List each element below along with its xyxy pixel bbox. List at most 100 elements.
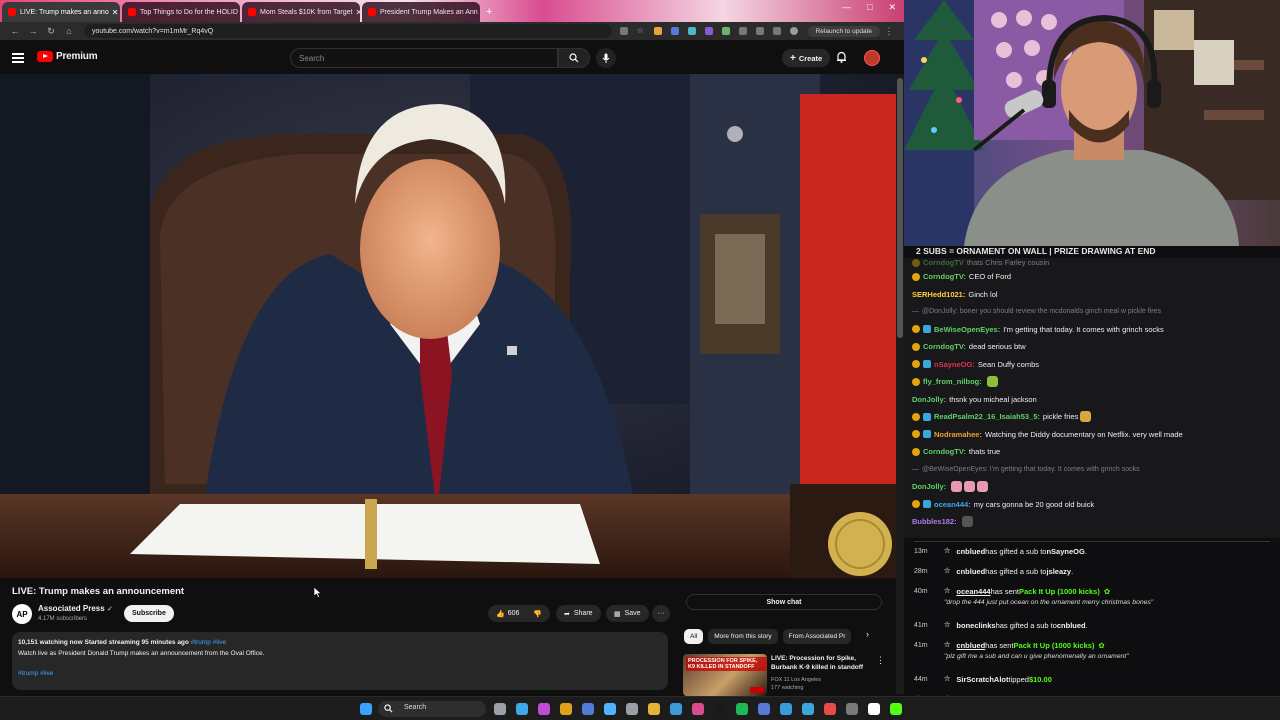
chat-username[interactable]: nSayneOG: — [934, 356, 975, 374]
close-tab-icon[interactable]: ✕ — [352, 8, 360, 17]
event-username[interactable]: cnblued — [956, 567, 985, 576]
like-button[interactable]: 👍 606 — [496, 610, 519, 618]
close-tab-icon[interactable]: ✕ — [478, 8, 480, 17]
chat-username[interactable]: Nodramahee: — [934, 426, 982, 444]
task-view-icon[interactable] — [494, 703, 506, 715]
create-button[interactable]: + Create — [782, 49, 831, 67]
extension-icon[interactable] — [670, 27, 679, 35]
video-player[interactable] — [0, 74, 896, 578]
maximize-icon[interactable]: □ — [867, 2, 872, 13]
app-icon[interactable] — [780, 703, 792, 715]
extension-icon[interactable] — [653, 27, 662, 35]
event-username[interactable]: cnblued — [956, 547, 985, 556]
profile-icon[interactable] — [789, 27, 798, 35]
app-icon[interactable] — [868, 703, 880, 715]
opera-icon[interactable] — [692, 703, 704, 715]
browser-tab[interactable]: President Trump Makes an Ann✕ — [362, 2, 480, 22]
event-username[interactable]: boneclinks — [956, 621, 995, 630]
close-tab-icon[interactable]: ✕ — [109, 8, 119, 17]
app-icon[interactable] — [758, 703, 770, 715]
chat-username[interactable]: CorndogTV — [923, 258, 964, 268]
page-scrollbar[interactable] — [896, 74, 904, 694]
thumbs-down-icon[interactable]: 👎 — [533, 610, 542, 618]
close-tab-icon[interactable]: ✕ — [238, 8, 240, 17]
chip-from-channel[interactable]: From Associated Pr — [782, 629, 852, 644]
chat-username[interactable]: CorndogTV: — [923, 443, 966, 461]
browser-tab[interactable]: Top Things to Do for the HOLID✕ — [122, 2, 240, 22]
home-icon[interactable]: ⌂ — [60, 26, 78, 36]
new-tab-button[interactable]: + — [486, 2, 492, 22]
sidebar-icon[interactable] — [755, 27, 764, 35]
app-icon[interactable] — [714, 703, 726, 715]
relaunch-button[interactable]: Relaunch to update — [807, 25, 880, 37]
chrome-icon[interactable] — [582, 703, 594, 715]
channel-name[interactable]: Associated Press ✓ — [38, 604, 113, 613]
reload-icon[interactable]: ↻ — [42, 26, 60, 37]
scrollbar-thumb[interactable] — [897, 78, 903, 338]
taskbar-search[interactable]: Search — [378, 701, 486, 717]
bookmark-star-icon[interactable]: ☆ — [637, 27, 645, 35]
copilot-icon[interactable] — [538, 703, 550, 715]
account-avatar[interactable] — [864, 50, 880, 66]
menu-icon[interactable] — [12, 53, 24, 65]
chat-username[interactable]: BeWiseOpenEyes: — [934, 321, 1000, 339]
chat-username[interactable]: ReadPsalm22_16_Isaiah53_5: — [934, 408, 1040, 426]
event-username[interactable]: cnblued — [1057, 621, 1086, 630]
notifications-bell-icon[interactable] — [836, 51, 847, 63]
subscribe-button[interactable]: Subscribe — [124, 605, 174, 622]
chat-username[interactable]: fly_from_nilbog: — [923, 373, 982, 391]
youtube-logo[interactable]: Premium — [37, 51, 98, 62]
chrome-icon[interactable] — [604, 703, 616, 715]
event-highlight[interactable]: Pack It Up (1000 kicks) — [1014, 641, 1095, 650]
chrome-icon[interactable] — [560, 703, 572, 715]
save-button[interactable]: ▦ Save — [606, 605, 649, 622]
chip-more-from-story[interactable]: More from this story — [708, 629, 778, 644]
event-username[interactable]: ocean444 — [956, 587, 990, 596]
voice-search-button[interactable] — [596, 48, 616, 68]
search-input[interactable]: Search — [290, 48, 558, 68]
more-actions-button[interactable]: ··· — [652, 605, 670, 622]
chat-username[interactable]: CorndogTV: — [923, 338, 966, 356]
stream-chat[interactable]: CorndogTV thats Chris Farley cousin Corndo… — [904, 258, 1280, 538]
chat-username[interactable]: DonJolly: — [912, 391, 946, 409]
event-username[interactable]: nSayneOG — [1046, 547, 1084, 556]
extension-icon[interactable] — [704, 27, 713, 35]
app-icon[interactable] — [626, 703, 638, 715]
chat-username[interactable]: Bubbles182: — [912, 513, 957, 531]
event-username[interactable]: cnblued — [956, 641, 985, 650]
app-icon[interactable] — [846, 703, 858, 715]
kick-icon[interactable] — [890, 703, 902, 715]
description-hashtags[interactable]: #trump #live — [18, 668, 662, 679]
event-highlight[interactable]: Pack It Up (1000 kicks) — [1019, 587, 1100, 596]
show-chat-button[interactable]: Show chat — [686, 594, 882, 610]
chip-all[interactable]: All — [684, 629, 704, 644]
app-icon[interactable] — [824, 703, 836, 715]
folder-icon[interactable] — [648, 703, 660, 715]
share-button[interactable]: ➦ Share — [556, 605, 601, 622]
more-vertical-icon[interactable]: ⋮ — [876, 655, 885, 666]
chat-username[interactable]: DonJolly: — [912, 478, 946, 496]
browser-tab[interactable]: LIVE: Trump makes an anno ✕ — [2, 2, 120, 22]
edge-icon[interactable] — [516, 703, 528, 715]
description-box[interactable]: 10,151 watching now Started streaming 95… — [12, 632, 668, 690]
recommended-thumbnail[interactable]: PROCESSION FOR SPIKE, K9 KILLED IN STAND… — [683, 654, 767, 696]
close-window-icon[interactable]: ✕ — [888, 2, 896, 13]
search-button[interactable] — [558, 48, 590, 68]
chevron-right-icon[interactable]: › — [866, 629, 869, 639]
inline-hashtags[interactable]: #trump #live — [191, 639, 226, 646]
download-icon[interactable] — [772, 27, 781, 35]
minimize-icon[interactable]: — — [842, 2, 851, 13]
cast-icon[interactable] — [619, 27, 628, 35]
extension-icon[interactable] — [721, 27, 730, 35]
event-highlight[interactable]: $10.00 — [1029, 675, 1052, 684]
windows-start-icon[interactable] — [360, 703, 372, 715]
chat-username[interactable]: ocean444: — [934, 496, 971, 514]
event-username[interactable]: jsleazy — [1046, 567, 1071, 576]
steam-icon[interactable] — [670, 703, 682, 715]
spotify-icon[interactable] — [736, 703, 748, 715]
url-field[interactable]: youtube.com/watch?v=m1mMr_Rq4vQ — [84, 24, 612, 38]
chat-username[interactable]: CorndogTV: — [923, 268, 966, 286]
puzzle-icon[interactable] — [738, 27, 747, 35]
extension-icon[interactable] — [687, 27, 696, 35]
browser-menu-icon[interactable]: ⋮ — [880, 26, 898, 37]
